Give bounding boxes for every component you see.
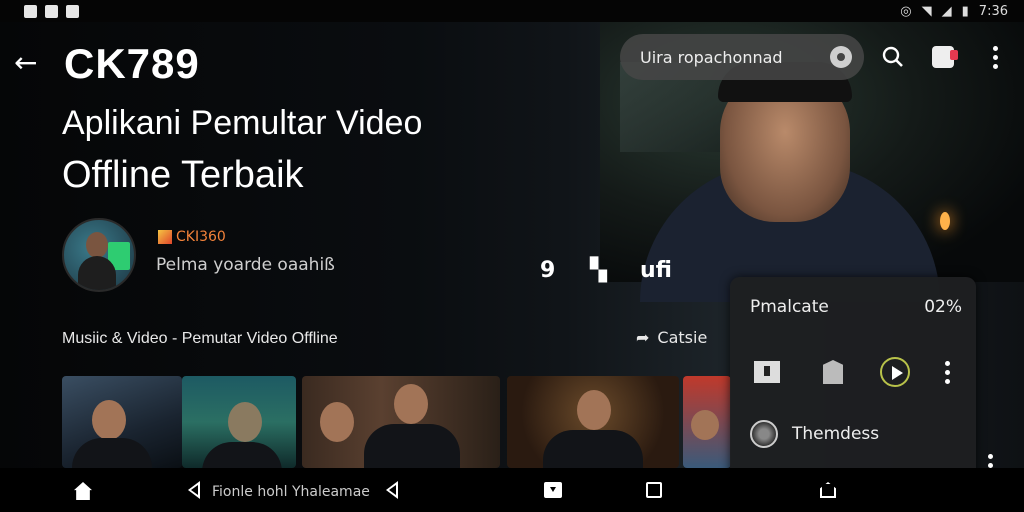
document-icon[interactable] xyxy=(818,357,848,387)
action-3-label[interactable]: ufi xyxy=(640,258,672,283)
search-icon[interactable] xyxy=(878,42,908,72)
hero-person-image xyxy=(640,52,940,302)
house-outline-icon[interactable] xyxy=(820,482,836,498)
app-notification-icon xyxy=(45,4,58,18)
channel-name[interactable]: CKI360 xyxy=(158,229,226,245)
back-icon[interactable] xyxy=(386,481,398,499)
location-icon[interactable]: 9 xyxy=(540,258,555,283)
back-arrow-icon[interactable]: ← xyxy=(14,46,37,79)
gear-icon[interactable] xyxy=(830,46,852,68)
home-icon[interactable] xyxy=(74,482,92,500)
share-icon: ➦ xyxy=(636,328,650,347)
channel-avatar[interactable] xyxy=(62,218,136,292)
panel-title: Pmalcate xyxy=(750,297,829,317)
theme-icon xyxy=(750,420,778,448)
cast-icon[interactable] xyxy=(928,42,958,72)
hero-headline-line1: Aplikani Pemultar Video xyxy=(62,104,423,142)
channel-name-text: CKI360 xyxy=(176,229,226,245)
search-input[interactable]: Uira ropachonnad xyxy=(640,48,783,67)
status-time: 7:36 xyxy=(978,3,1008,19)
panel-menu-item-label: Themdess xyxy=(792,424,880,444)
candle-light xyxy=(940,212,950,230)
hero-headline-line2: Offline Terbaik xyxy=(62,154,304,196)
wifi-icon: ◥ xyxy=(921,3,932,19)
video-thumbnail[interactable] xyxy=(62,376,182,468)
more-options-icon[interactable] xyxy=(980,42,1010,72)
status-system-icons: ◎ ◥ ◢ ▮ 7:36 xyxy=(900,4,1008,19)
app-title: CK789 xyxy=(64,40,200,87)
channel-badge-icon xyxy=(158,230,172,244)
battery-icon: ▮ xyxy=(961,3,969,19)
download-notification-icon xyxy=(66,4,79,18)
panel-menu-item[interactable]: Themdess xyxy=(750,420,879,448)
recents-icon[interactable] xyxy=(646,482,662,498)
nav-label: Fionle hohl Yhaleamae xyxy=(212,484,370,500)
download-icon[interactable] xyxy=(752,357,782,387)
alarm-icon: ◎ xyxy=(900,3,912,19)
video-thumbnail[interactable] xyxy=(507,376,679,468)
panel-more-icon[interactable] xyxy=(932,357,962,387)
search-bar[interactable]: Uira ropachonnad xyxy=(620,34,864,80)
panel-percent: 02% xyxy=(924,297,962,317)
video-thumbnail[interactable] xyxy=(683,376,731,468)
gallery-notification-icon xyxy=(24,4,37,18)
list-more-icon[interactable] xyxy=(988,454,993,468)
back-nav-icon[interactable] xyxy=(188,481,200,499)
status-bar: ◎ ◥ ◢ ▮ 7:36 xyxy=(0,0,1024,22)
notification-icon[interactable] xyxy=(544,482,562,498)
channel-subtitle: Pelma yoarde oaahiß xyxy=(156,255,335,275)
app-screen: ← CK789 Uira ropachonnad Aplikani Pemult… xyxy=(0,22,1024,468)
navigation-bar: Fionle hohl Yhaleamae xyxy=(0,468,1024,512)
popup-menu-panel: Pmalcate 02% Themdess xyxy=(730,277,976,468)
video-thumbnail[interactable] xyxy=(182,376,296,468)
library-icon[interactable]: ▚ xyxy=(590,258,607,283)
share-button[interactable]: ➦ Catsie xyxy=(636,328,707,347)
share-label: Catsie xyxy=(657,328,708,347)
section-title: Musiic & Video - Pemutar Video Offline xyxy=(62,330,338,347)
video-thumbnail[interactable] xyxy=(302,376,500,468)
signal-icon: ◢ xyxy=(941,3,952,19)
play-icon[interactable] xyxy=(880,357,910,387)
status-notification-icons xyxy=(24,4,79,18)
